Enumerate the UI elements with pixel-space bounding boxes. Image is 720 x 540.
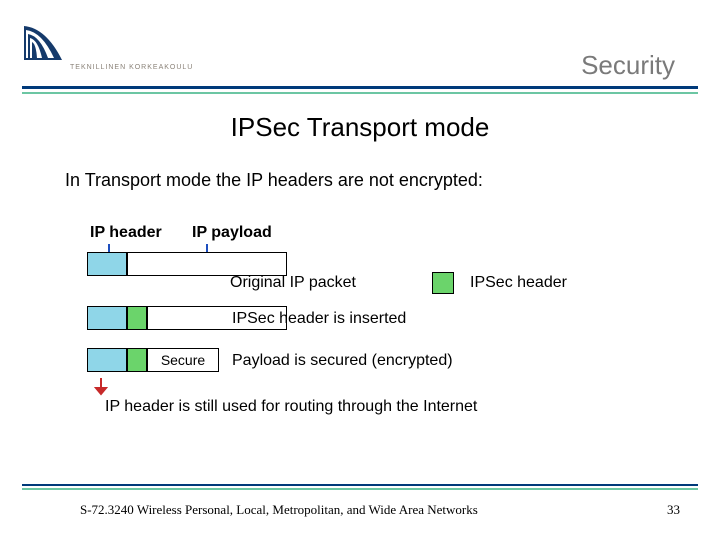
row2-ipsec-header [127, 306, 147, 330]
secure-label: Secure [161, 352, 205, 368]
caption-row2: IPSec header is inserted [232, 310, 406, 328]
row3-ipsec-header [127, 348, 147, 372]
arrow-down-icon [94, 378, 108, 400]
footer-page-number: 33 [667, 502, 680, 518]
legend-swatch-ipsec [432, 272, 454, 294]
footer-course: S-72.3240 Wireless Personal, Local, Metr… [80, 502, 478, 518]
caption-row3: Payload is secured (encrypted) [232, 352, 453, 370]
bottom-note: IP header is still used for routing thro… [105, 398, 680, 416]
label-ip-header: IP header [90, 224, 162, 242]
university-logo: TEKNILLINEN KORKEAKOULU [22, 22, 222, 82]
row3-ip-header [87, 348, 127, 372]
row1-payload [127, 252, 287, 276]
logo-caption: TEKNILLINEN KORKEAKOULU [70, 64, 222, 71]
label-ip-payload: IP payload [192, 224, 272, 242]
section-title: Security [581, 50, 675, 81]
row2-ip-header [87, 306, 127, 330]
row1-ip-header [87, 252, 127, 276]
caption-row1: Original IP packet [230, 274, 356, 292]
fan-icon [22, 22, 66, 62]
legend-label-ipsec: IPSec header [470, 274, 567, 292]
page-title: IPSec Transport mode [0, 112, 720, 143]
bottom-divider [22, 484, 698, 486]
lead-text: In Transport mode the IP headers are not… [65, 170, 680, 191]
top-divider [22, 86, 698, 89]
row3-secure-payload: Secure [147, 348, 219, 372]
slide: TEKNILLINEN KORKEAKOULU Security IPSec T… [0, 0, 720, 540]
